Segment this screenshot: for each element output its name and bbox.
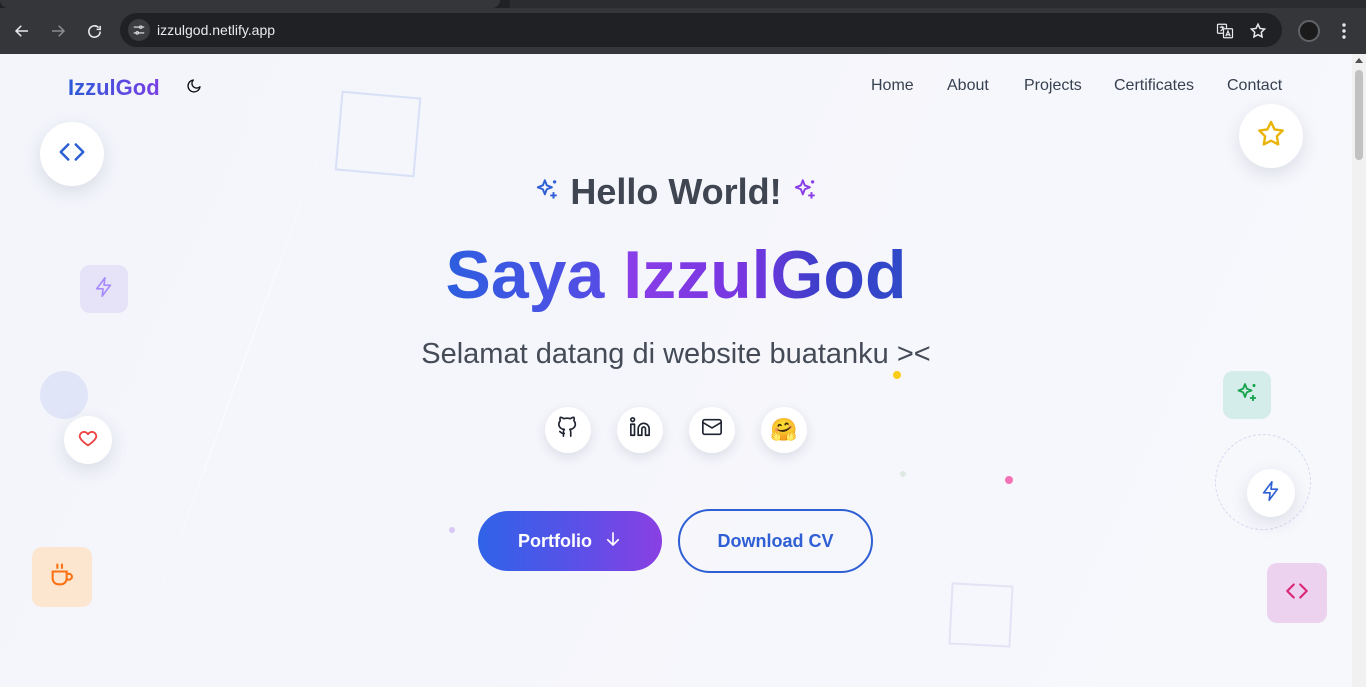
decorative-blob [40,371,88,419]
bookmark-star-icon[interactable] [1248,21,1268,41]
url-text[interactable]: izzulgod.netlify.app [157,22,275,38]
decorative-dot [900,471,906,477]
more-menu-icon[interactable] [1334,19,1354,43]
page-scrollbar[interactable] [1352,54,1366,687]
back-icon[interactable] [9,18,35,44]
address-bar[interactable]: izzulgod.netlify.app [120,13,1282,47]
github-link[interactable] [545,407,591,453]
portfolio-button-label: Portfolio [518,530,592,551]
decorative-dot [1005,476,1013,484]
nav-contact[interactable]: Contact [1227,77,1282,95]
sparkle-icon [534,177,560,208]
nav-certificates[interactable]: Certificates [1114,77,1194,95]
nav-about[interactable]: About [947,77,989,95]
greeting-text: Hello World! [570,171,782,212]
nav-projects[interactable]: Projects [1024,77,1082,95]
linkedin-icon [629,416,651,444]
headline-name: IzzulGod [623,237,907,313]
browser-chrome: izzulgod.netlify.app [0,0,1366,54]
tab-strip [0,0,1366,8]
translate-icon[interactable] [1215,21,1235,41]
hero-subtitle: Selamat datang di website buatanku >< [421,338,931,370]
forward-icon[interactable] [45,18,71,44]
mail-icon [701,416,723,444]
sparkle-icon [792,177,818,208]
floating-star-badge [1239,104,1303,168]
floating-coffee-badge [32,547,92,607]
code-icon [1284,578,1310,609]
hugging-face-icon: 🤗 [770,417,798,442]
greeting-row: Hello World! [0,171,1352,213]
hugging-face-link[interactable]: 🤗 [761,407,807,453]
headline-prefix: Saya [445,237,624,313]
coffee-icon [48,561,76,594]
sparkle-icon [1235,381,1259,410]
decorative-square [334,90,422,178]
profile-avatar[interactable] [1298,20,1320,42]
portfolio-button[interactable]: Portfolio [478,511,662,571]
floating-code-badge-pink [1267,563,1327,623]
page-viewport: IzzulGod Home About Projects Certificate… [0,54,1352,687]
github-icon [557,416,579,444]
scrollbar-thumb[interactable] [1355,70,1363,160]
download-cv-button[interactable]: Download CV [678,509,873,573]
heart-icon [77,427,99,454]
linkedin-link[interactable] [617,407,663,453]
email-link[interactable] [689,407,735,453]
scroll-up-arrow-icon[interactable] [1355,58,1363,63]
code-icon [57,137,87,172]
browser-toolbar: izzulgod.netlify.app [0,8,1366,54]
arrow-down-icon [604,530,622,553]
reload-icon[interactable] [81,18,107,44]
site-settings-icon[interactable] [128,19,150,41]
floating-sparkle-badge [1223,371,1271,419]
hero-headline: Saya IzzulGod [0,236,1352,314]
decorative-dot [449,527,455,533]
floating-heart-badge [64,416,112,464]
zap-icon [1260,480,1282,507]
nav-home[interactable]: Home [871,77,914,95]
decorative-square [948,582,1014,648]
moon-icon[interactable] [184,76,204,96]
floating-zap-badge-right [1247,469,1295,517]
star-icon [1255,118,1287,155]
active-tab[interactable] [0,0,500,8]
inactive-tab[interactable] [510,0,1366,8]
decorative-dot [893,371,901,379]
brand-logo[interactable]: IzzulGod [68,75,160,101]
